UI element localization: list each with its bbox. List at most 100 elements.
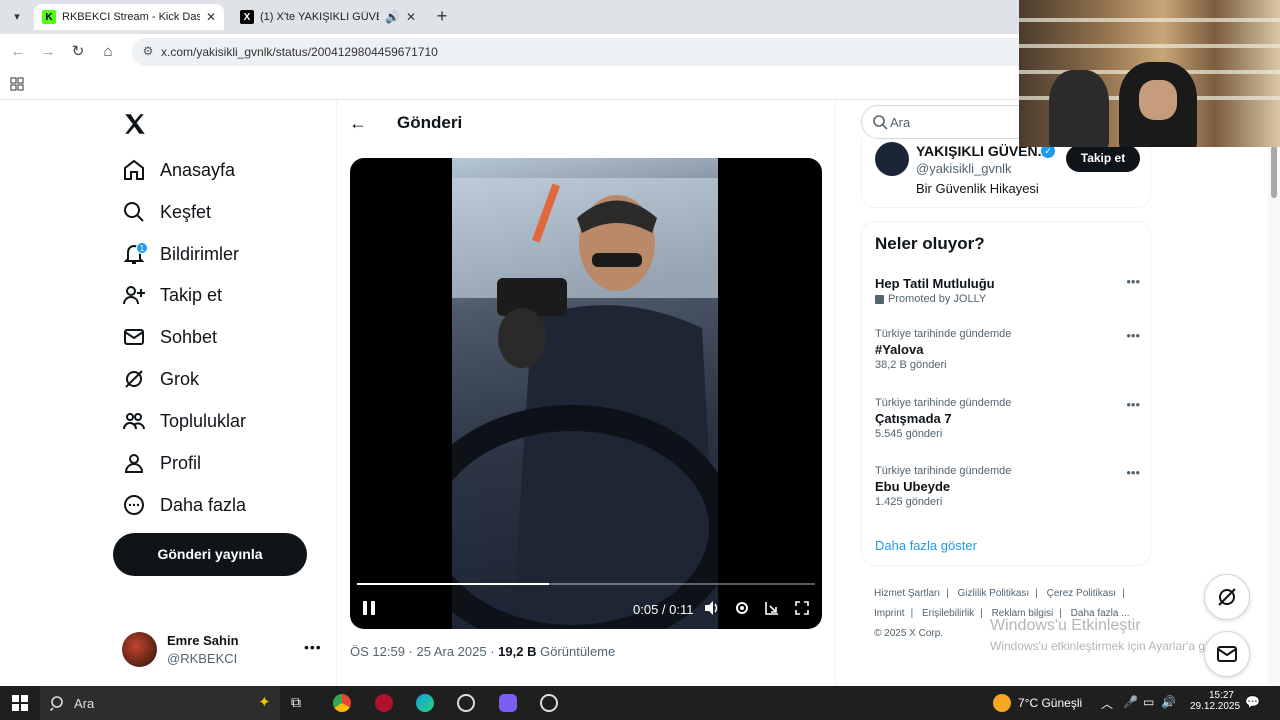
post-button[interactable]: Gönderi yayınla (113, 533, 307, 576)
bell-icon-wrap: 1 (122, 242, 148, 266)
clock-time: 15:27 (1208, 690, 1234, 701)
nav-label: Daha fazla (160, 494, 247, 515)
more-dots-icon[interactable]: ••• (1126, 465, 1140, 480)
nav-follow[interactable]: Takip et (122, 277, 222, 313)
x-sidebar: Anasayfa Keşfet 1 Bildirimler Takip et S… (0, 101, 336, 686)
post-timestamp[interactable]: ÖS 12:59 · 25 Ara 2025 · (350, 644, 498, 659)
views-label: Görüntüleme (536, 644, 616, 659)
nav-more[interactable]: Daha fazla (122, 487, 246, 523)
picture-in-picture-icon[interactable] (764, 600, 780, 619)
new-tab-icon[interactable]: + (432, 7, 452, 27)
x-logo-icon[interactable] (122, 111, 148, 137)
tab-kick-dashboard[interactable]: K RKBEKCI Stream - Kick Dashboard ✕ (34, 4, 224, 30)
notifications-icon[interactable]: 💬 (1245, 695, 1260, 709)
tab-x-post[interactable]: X (1) X'te YAKIŞIKLI GÜVENLİK 🔊 ✕ (232, 4, 424, 30)
scrollbar-thumb[interactable] (1271, 146, 1277, 198)
account-switcher[interactable]: Emre Sahin @RKBEKCI ••• (122, 631, 322, 671)
clock[interactable]: 15:27 29.12.2025 (1190, 690, 1240, 712)
url-text[interactable]: x.com/yakisikli_gvnlk/status/20041298044… (161, 45, 438, 59)
trend-item[interactable]: Türkiye tarihinde gündemde Çatışmada 7 5… (875, 397, 1140, 440)
chrome-icon[interactable] (333, 694, 351, 712)
close-tab-icon[interactable]: ✕ (206, 10, 216, 24)
video-player[interactable]: 0:05 / 0:11 (350, 158, 822, 629)
back-arrow-icon[interactable]: ← (349, 113, 367, 134)
copyright: © 2025 X Corp. (874, 628, 944, 639)
trend-item[interactable]: Türkiye tarihinde gündemde #Yalova 38,2 … (875, 328, 1140, 371)
tray-chevron-icon[interactable]: ︿ (1101, 695, 1113, 712)
nav-home[interactable]: Anasayfa (122, 152, 235, 188)
trends-panel: Neler oluyor? Hep Tatil Mutluluğu Promot… (861, 221, 1151, 566)
home-browser-icon[interactable]: ⌂ (98, 42, 118, 62)
column-divider (835, 101, 836, 686)
app-icon[interactable] (499, 694, 517, 712)
nav-label: Bildirimler (160, 243, 240, 264)
nav-grok[interactable]: Grok (122, 361, 199, 397)
kick-favicon-icon: K (42, 10, 56, 24)
trend-name: Çatışmada 7 (875, 411, 952, 426)
post-meta: ÖS 12:59 · 25 Ara 2025 · 19,2 B Görüntül… (350, 644, 615, 659)
app-icon[interactable] (457, 694, 475, 712)
footer-link[interactable]: Erişilebilirlik (922, 608, 974, 619)
nav-explore[interactable]: Keşfet (122, 194, 211, 230)
nav-label: Anasayfa (160, 159, 236, 180)
avatar[interactable] (875, 142, 909, 176)
trend-item[interactable]: Hep Tatil Mutluluğu Promoted by JOLLY ••… (875, 274, 1140, 305)
notification-badge: 1 (136, 242, 148, 254)
weather-text[interactable]: 7°C Güneşli (1018, 696, 1082, 710)
footer-link[interactable]: Çerez Politikası (1047, 588, 1116, 599)
video-time: 0:05 / 0:11 (633, 602, 694, 617)
weather-sun-icon[interactable] (993, 694, 1011, 712)
url-bar[interactable]: ⚙ x.com/yakisikli_gvnlk/status/200412980… (132, 38, 1032, 66)
nav-chat[interactable]: Sohbet (122, 319, 217, 355)
edge-icon[interactable] (416, 694, 434, 712)
close-tab-icon[interactable]: ✕ (406, 10, 416, 24)
nav-communities[interactable]: Topluluklar (122, 403, 246, 439)
volume-icon[interactable] (704, 600, 720, 619)
footer-link[interactable]: Gizlilik Politikası (958, 588, 1030, 599)
battery-icon[interactable]: ▭ (1143, 695, 1154, 709)
speaker-icon[interactable]: 🔊 (385, 10, 400, 24)
apps-grid-icon[interactable] (10, 77, 24, 91)
more-dots-icon[interactable]: ••• (1126, 328, 1140, 343)
obs-icon[interactable] (540, 694, 558, 712)
settings-icon[interactable] (734, 600, 750, 619)
taskbar-search[interactable]: Ara ✦ (40, 686, 280, 720)
app-icon[interactable] (375, 694, 393, 712)
messages-fab-button[interactable] (1204, 631, 1250, 677)
tab-title: (1) X'te YAKIŞIKLI GÜVENLİK (260, 11, 379, 23)
footer-links: Hizmet Şartları | Gizlilik Politikası | Çe… (874, 588, 1130, 639)
back-icon[interactable]: ← (8, 42, 28, 62)
mail-icon (1217, 646, 1237, 662)
page-scrollbar[interactable] (1268, 101, 1280, 686)
more-dots-icon[interactable]: ••• (1126, 397, 1140, 412)
home-icon (124, 159, 144, 180)
shelf (1019, 44, 1280, 48)
post-column: ← Gönderi 0:05 / 0:11 ÖS 12:59 · 25 Ara … (337, 101, 835, 686)
trend-item[interactable]: Türkiye tarihinde gündemde Ebu Ubeyde 1.… (875, 465, 1140, 508)
forward-icon[interactable]: → (38, 42, 58, 62)
page-title: Gönderi (397, 113, 463, 132)
task-view-icon[interactable]: ⧉ (291, 694, 309, 712)
windows-start-icon[interactable] (11, 694, 29, 712)
microphone-icon[interactable]: 🎤 (1123, 695, 1138, 709)
face (1139, 80, 1177, 120)
grok-fab-button[interactable] (1204, 574, 1250, 620)
more-dots-icon[interactable]: ••• (1126, 274, 1140, 289)
nav-notifications[interactable]: 1 Bildirimler (122, 236, 239, 272)
video-progress-fill (357, 583, 550, 585)
nav-profile[interactable]: Profil (122, 445, 201, 481)
activation-watermark-title: Windows'u Etkinleştir (990, 617, 1141, 634)
footer-link[interactable]: Imprint (874, 608, 905, 619)
follow-button[interactable]: Takip et (1066, 145, 1140, 172)
fullscreen-icon[interactable] (794, 600, 810, 619)
grok-icon (1218, 588, 1236, 606)
show-more-link[interactable]: Daha fazla göster (875, 538, 977, 553)
tab-search-dropdown-icon[interactable]: ▾ (6, 6, 28, 28)
footer-link[interactable]: Hizmet Şartları (874, 588, 940, 599)
pause-icon[interactable] (362, 600, 376, 619)
reload-icon[interactable]: ↻ (68, 42, 88, 62)
site-info-icon[interactable]: ⚙ (140, 44, 156, 60)
more-dots-icon[interactable]: ••• (304, 639, 322, 655)
video-progress-bar[interactable] (357, 583, 815, 585)
volume-icon[interactable]: 🔊 (1161, 695, 1176, 709)
